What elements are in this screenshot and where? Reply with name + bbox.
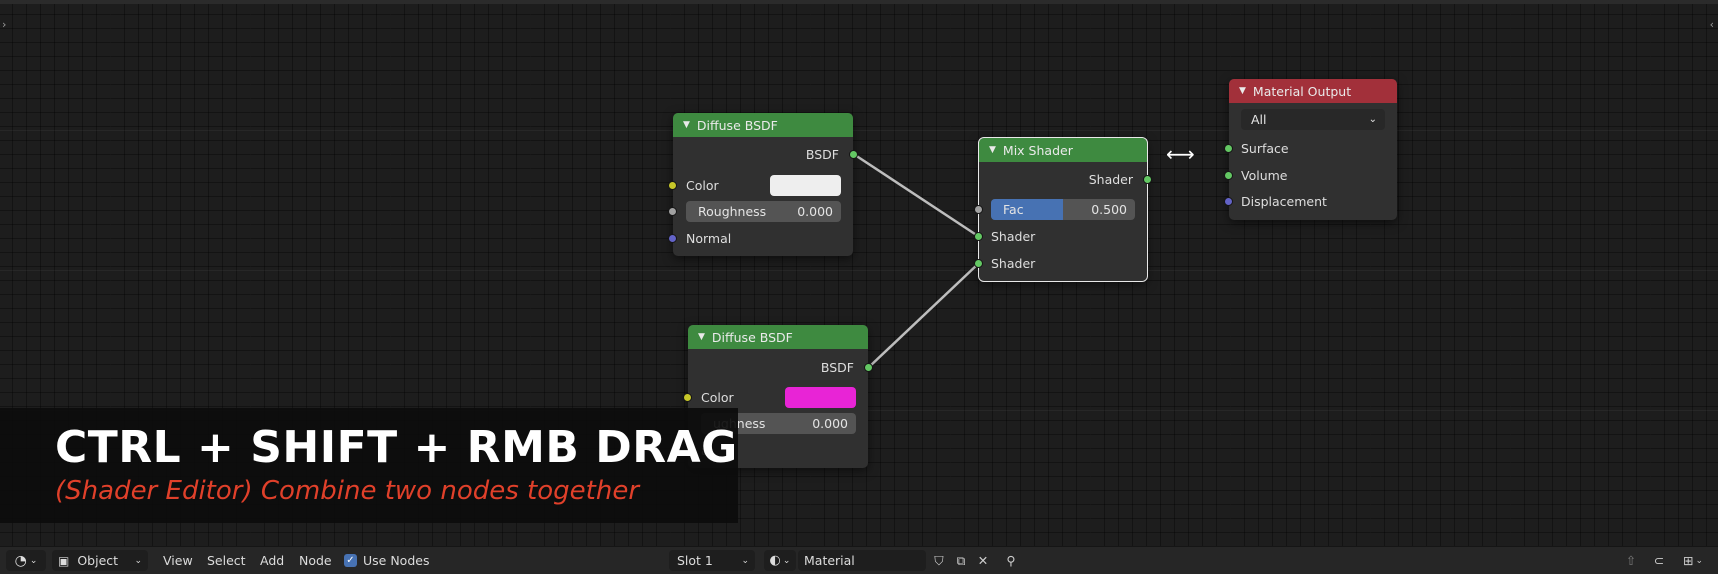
mix-shader-node[interactable]: ▼ Mix Shader Shader Fac 0.500 Shader Sha… bbox=[974, 137, 1152, 282]
input-surface-label: Surface bbox=[1241, 140, 1289, 156]
fac-fill bbox=[991, 199, 1063, 220]
node-editor-icon: ◔ bbox=[14, 552, 27, 569]
snap-settings-dropdown[interactable]: ⊞ ⌄ bbox=[1674, 550, 1712, 571]
node-header[interactable]: ▼ Mix Shader bbox=[979, 138, 1147, 162]
slot-dropdown[interactable]: Slot 1 ⌄ bbox=[669, 550, 755, 571]
input-shader-2-socket[interactable] bbox=[974, 259, 983, 268]
menu-add[interactable]: Add bbox=[260, 547, 284, 574]
output-bsdf-label: BSDF bbox=[805, 146, 839, 162]
output-bsdf-socket[interactable] bbox=[849, 150, 858, 159]
fake-user-shield-icon[interactable]: ⛉ bbox=[929, 550, 949, 571]
node-title: Diffuse BSDF bbox=[711, 329, 793, 345]
input-shader-2-label: Shader bbox=[991, 255, 1036, 271]
input-color-label: Color bbox=[686, 177, 719, 193]
slot-value: Slot 1 bbox=[677, 553, 713, 568]
input-volume-socket[interactable] bbox=[1224, 171, 1233, 180]
chevron-down-icon: ⌄ bbox=[1695, 555, 1704, 566]
output-bsdf-socket[interactable] bbox=[864, 363, 873, 372]
snap-grid-icon: ⊞ bbox=[1682, 553, 1694, 568]
material-output-node[interactable]: ▼ Material Output All ⌄ Surface Volume D… bbox=[1224, 79, 1397, 220]
collapse-triangle-icon[interactable]: ▼ bbox=[1239, 86, 1246, 96]
node-header[interactable]: ▼ Diffuse BSDF bbox=[673, 113, 853, 137]
material-browse-button[interactable]: ◐ ⌄ bbox=[764, 550, 796, 571]
output-bsdf-label: BSDF bbox=[820, 359, 854, 375]
shortcut-subtitle: (Shader Editor) Combine two nodes togeth… bbox=[55, 476, 640, 506]
input-color-socket[interactable] bbox=[683, 393, 692, 402]
chevron-down-icon: ⌄ bbox=[741, 555, 749, 566]
material-name-value: Material bbox=[804, 553, 855, 568]
collapse-triangle-icon[interactable]: ▼ bbox=[989, 145, 996, 155]
input-displacement-socket[interactable] bbox=[1224, 197, 1233, 206]
menu-select[interactable]: Select bbox=[207, 547, 246, 574]
link-diffuse1-to-mix bbox=[854, 153, 979, 238]
input-volume-label: Volume bbox=[1241, 167, 1288, 183]
input-shader-1-socket[interactable] bbox=[974, 232, 983, 241]
horizontal-resize-arrow-icon: ⟷ bbox=[1166, 142, 1195, 166]
menu-view[interactable]: View bbox=[163, 547, 193, 574]
node-header[interactable]: ▼ Material Output bbox=[1229, 79, 1397, 103]
output-shader-label: Shader bbox=[1088, 171, 1133, 187]
fac-slider[interactable]: Fac 0.500 bbox=[991, 199, 1135, 220]
roughness-value: 0.000 bbox=[797, 204, 833, 219]
input-shader-1-label: Shader bbox=[991, 228, 1036, 244]
fac-label: Fac bbox=[1003, 202, 1024, 217]
editor-header-bar: ◔ ⌄ ▣ Object ⌄ View Select Add Node ✓ Us… bbox=[0, 546, 1718, 574]
node-title: Mix Shader bbox=[1002, 142, 1073, 158]
shortcut-caption-overlay: CTRL + SHIFT + RMB DRAG (Shader Editor) … bbox=[0, 408, 738, 523]
object-type-value: Object bbox=[77, 553, 119, 568]
menu-node[interactable]: Node bbox=[299, 547, 332, 574]
input-color-label: Color bbox=[701, 389, 734, 405]
output-shader-socket[interactable] bbox=[1143, 175, 1152, 184]
target-value: All bbox=[1251, 112, 1267, 127]
chevron-down-icon: ⌄ bbox=[29, 555, 38, 566]
unlink-close-icon[interactable]: ✕ bbox=[973, 550, 993, 571]
chevron-down-icon: ⌄ bbox=[1368, 114, 1377, 125]
target-dropdown[interactable]: All ⌄ bbox=[1241, 109, 1385, 130]
color-swatch[interactable] bbox=[785, 387, 856, 408]
input-normal-socket[interactable] bbox=[668, 234, 677, 243]
chevron-down-icon: ⌄ bbox=[782, 555, 791, 566]
color-swatch[interactable] bbox=[770, 175, 841, 196]
diffuse-bsdf-node-1[interactable]: ▼ Diffuse BSDF BSDF Color Roughness 0.00… bbox=[668, 113, 858, 256]
shortcut-title: CTRL + SHIFT + RMB DRAG bbox=[55, 422, 738, 473]
roughness-field[interactable]: Roughness 0.000 bbox=[686, 201, 841, 222]
fac-value: 0.500 bbox=[1091, 202, 1127, 217]
roughness-label: Roughness bbox=[698, 204, 767, 219]
node-header[interactable]: ▼ Diffuse BSDF bbox=[688, 325, 868, 349]
snap-magnet-icon[interactable]: ⊂ bbox=[1648, 550, 1670, 571]
input-displacement-label: Displacement bbox=[1241, 193, 1327, 209]
editor-type-selector[interactable]: ◔ ⌄ bbox=[6, 550, 46, 571]
input-surface-socket[interactable] bbox=[1224, 144, 1233, 153]
node-title: Diffuse BSDF bbox=[696, 117, 778, 133]
material-name-field[interactable]: Material bbox=[798, 550, 926, 571]
object-type-dropdown[interactable]: ▣ Object ⌄ bbox=[52, 550, 148, 571]
object-icon: ▣ bbox=[58, 553, 70, 568]
input-fac-socket[interactable] bbox=[974, 205, 983, 214]
material-sphere-icon: ◐ bbox=[769, 553, 781, 568]
collapse-triangle-icon[interactable]: ▼ bbox=[698, 332, 705, 342]
use-nodes-label: Use Nodes bbox=[363, 553, 430, 568]
node-title: Material Output bbox=[1252, 83, 1352, 99]
chevron-down-icon: ⌄ bbox=[134, 555, 142, 566]
roughness-value: 0.000 bbox=[812, 416, 848, 431]
collapse-triangle-icon[interactable]: ▼ bbox=[683, 120, 690, 130]
checkbox-checked-icon[interactable]: ✓ bbox=[344, 554, 357, 567]
input-color-socket[interactable] bbox=[668, 181, 677, 190]
input-normal-label: Normal bbox=[686, 230, 732, 246]
input-roughness-socket[interactable] bbox=[668, 207, 677, 216]
pin-icon[interactable]: ⚲ bbox=[1000, 550, 1022, 571]
use-nodes-toggle[interactable]: ✓ Use Nodes bbox=[344, 547, 429, 574]
duplicate-material-icon[interactable]: ⧉ bbox=[951, 550, 971, 571]
parent-node-tree-icon[interactable]: ⇧ bbox=[1620, 550, 1642, 571]
link-diffuse2-to-mix bbox=[868, 263, 979, 368]
